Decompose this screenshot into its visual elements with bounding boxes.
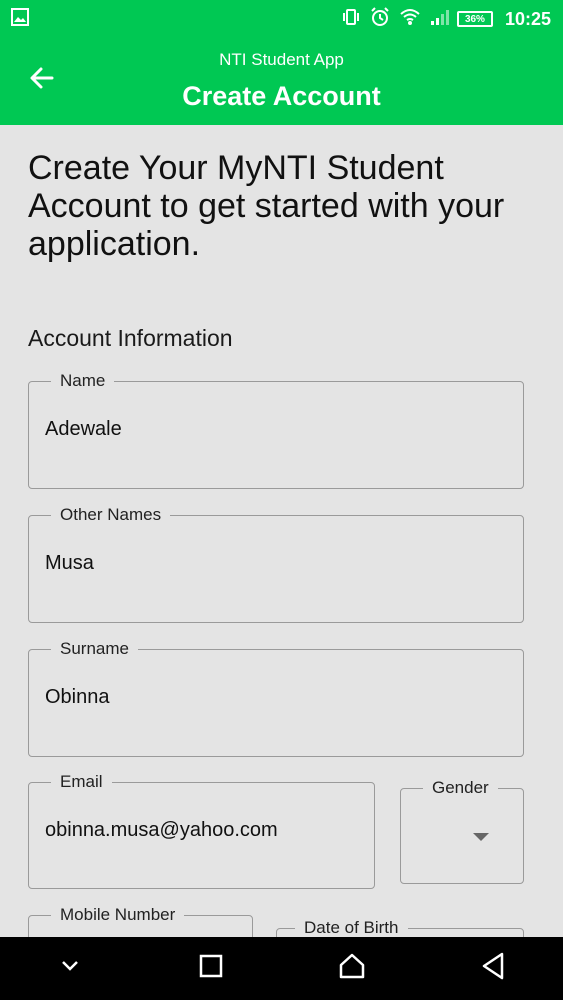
surname-label: Surname xyxy=(51,637,138,661)
system-nav-bar xyxy=(0,937,563,1000)
name-field[interactable]: Name Adewale xyxy=(28,369,524,489)
battery-level: 36% xyxy=(464,13,485,25)
gender-dropdown[interactable]: Gender xyxy=(400,776,524,884)
date-of-birth-label: Date of Birth xyxy=(295,916,408,937)
image-icon xyxy=(10,7,30,32)
nav-recents-button[interactable] xyxy=(187,945,235,993)
battery-icon: 36% xyxy=(456,11,493,27)
chevron-down-icon xyxy=(59,959,81,978)
nav-collapse-button[interactable] xyxy=(46,945,94,993)
email-label: Email xyxy=(51,770,112,794)
vibrate-icon xyxy=(341,7,361,32)
status-bar: 36% 10:25 xyxy=(0,0,563,38)
recents-icon xyxy=(199,954,223,983)
alarm-icon xyxy=(369,6,391,33)
page-title: Create Account xyxy=(182,81,381,111)
app-subtitle: NTI Student App xyxy=(219,50,344,69)
other-names-field[interactable]: Other Names Musa xyxy=(28,503,524,623)
email-field[interactable]: Email obinna.musa@yahoo.com xyxy=(28,770,375,889)
nav-back-button[interactable] xyxy=(469,945,517,993)
headline: Create Your MyNTI Student Account to get… xyxy=(28,149,505,263)
gender-label: Gender xyxy=(423,776,498,800)
nav-home-button[interactable] xyxy=(328,945,376,993)
name-value[interactable]: Adewale xyxy=(45,418,122,441)
wifi-icon xyxy=(399,7,421,32)
form-content[interactable]: Create Your MyNTI Student Account to get… xyxy=(0,125,563,937)
date-of-birth-field[interactable]: Date of Birth xyxy=(276,916,524,937)
mobile-number-label: Mobile Number xyxy=(51,903,185,927)
surname-field[interactable]: Surname Obinna xyxy=(28,637,524,757)
dropdown-arrow-icon xyxy=(473,833,489,841)
other-names-label: Other Names xyxy=(51,503,171,527)
surname-value[interactable]: Obinna xyxy=(45,686,110,709)
app-bar: NTI Student App Create Account xyxy=(0,38,563,125)
other-names-value[interactable]: Musa xyxy=(45,552,94,575)
mobile-number-field[interactable]: Mobile Number xyxy=(28,903,253,937)
back-triangle-icon xyxy=(480,952,506,985)
signal-icon xyxy=(429,8,449,31)
name-label: Name xyxy=(51,369,115,393)
section-title: Account Information xyxy=(28,325,233,351)
home-icon xyxy=(338,953,366,984)
status-time: 10:25 xyxy=(504,8,551,29)
email-value[interactable]: obinna.musa@yahoo.com xyxy=(45,819,278,842)
